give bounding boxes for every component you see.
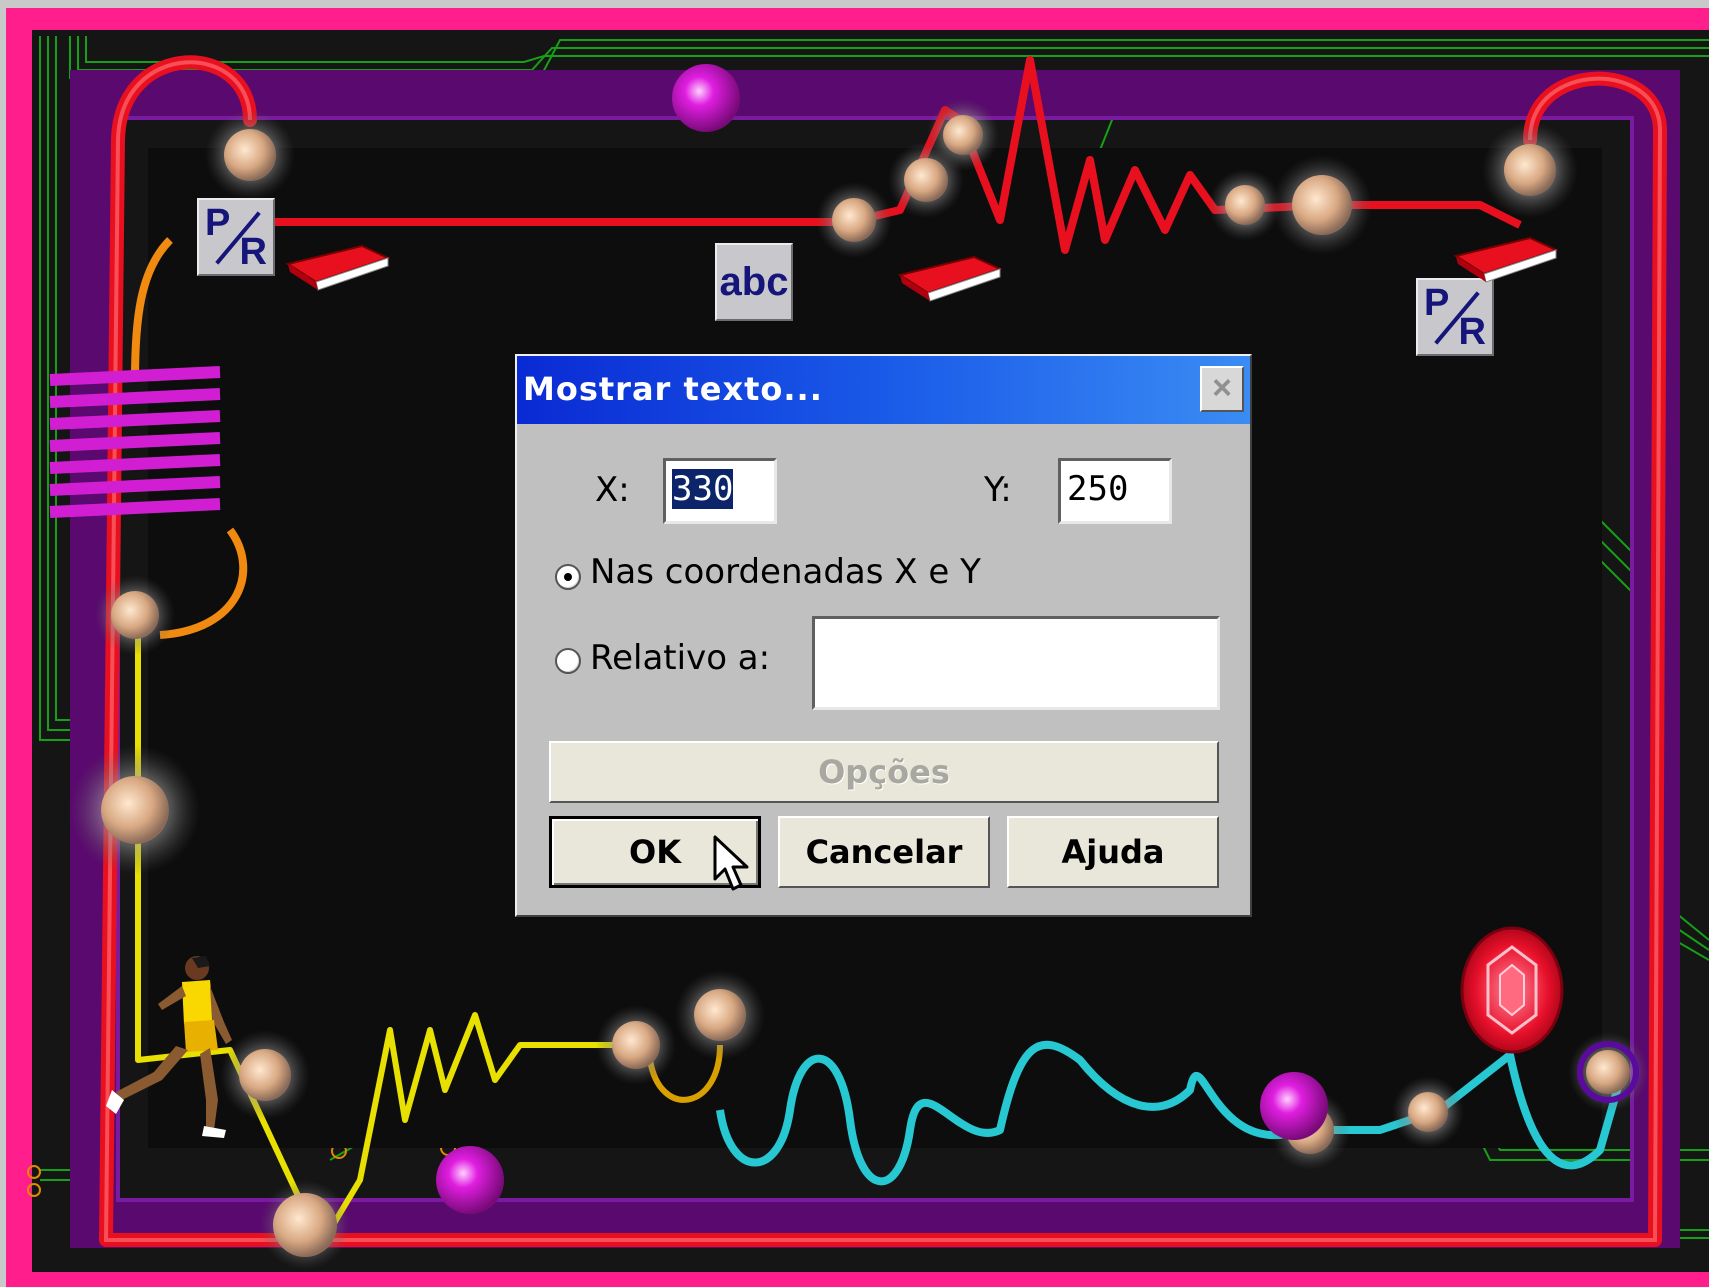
show-text-dialog: Mostrar texto... × X: 330 Y: 250 Nas coo… [515,354,1252,917]
radio-relative-label[interactable]: Relativo a: [590,638,770,678]
relative-to-input[interactable] [812,616,1220,710]
help-button[interactable]: Ajuda [1007,816,1219,888]
cancel-button-label: Cancelar [805,833,963,871]
cancel-button[interactable]: Cancelar [778,816,990,888]
ruby-icon[interactable] [1458,925,1566,1055]
book-icon[interactable] [282,242,394,292]
x-input-value: 330 [670,468,735,510]
book-icon[interactable] [894,253,1006,303]
radio-coordinates[interactable] [555,564,581,590]
pr-icon-p: P [1424,282,1450,324]
y-input-value: 250 [1067,469,1129,509]
ok-button-label: OK [629,833,681,871]
dialog-titlebar[interactable]: Mostrar texto... × [517,356,1250,424]
x-input[interactable]: 330 [663,458,777,524]
pr-icon[interactable]: P R [1416,278,1494,356]
abc-icon-label: abc [719,259,789,304]
y-input[interactable]: 250 [1058,458,1172,524]
pr-icon-r: R [1458,311,1486,353]
x-label: X: [595,470,630,510]
pr-icon-r: R [239,231,267,273]
radio-relative[interactable] [555,648,581,674]
options-button-label: Opções [818,753,950,791]
runner-icon[interactable] [102,950,252,1150]
options-button[interactable]: Opções [549,741,1219,803]
radio-selected-dot [564,573,572,581]
radio-coordinates-label[interactable]: Nas coordenadas X e Y [590,552,981,592]
close-button[interactable]: × [1200,366,1244,412]
dialog-title: Mostrar texto... [523,370,823,408]
close-icon: × [1212,369,1232,407]
help-button-label: Ajuda [1061,833,1165,871]
pr-icon-p: P [205,202,231,244]
book-icon[interactable] [1450,234,1562,284]
pr-icon[interactable]: P R [197,198,275,276]
abc-icon[interactable]: abc [715,243,793,321]
y-label: Y: [984,470,1012,510]
cursor-arrow-icon [713,835,749,891]
